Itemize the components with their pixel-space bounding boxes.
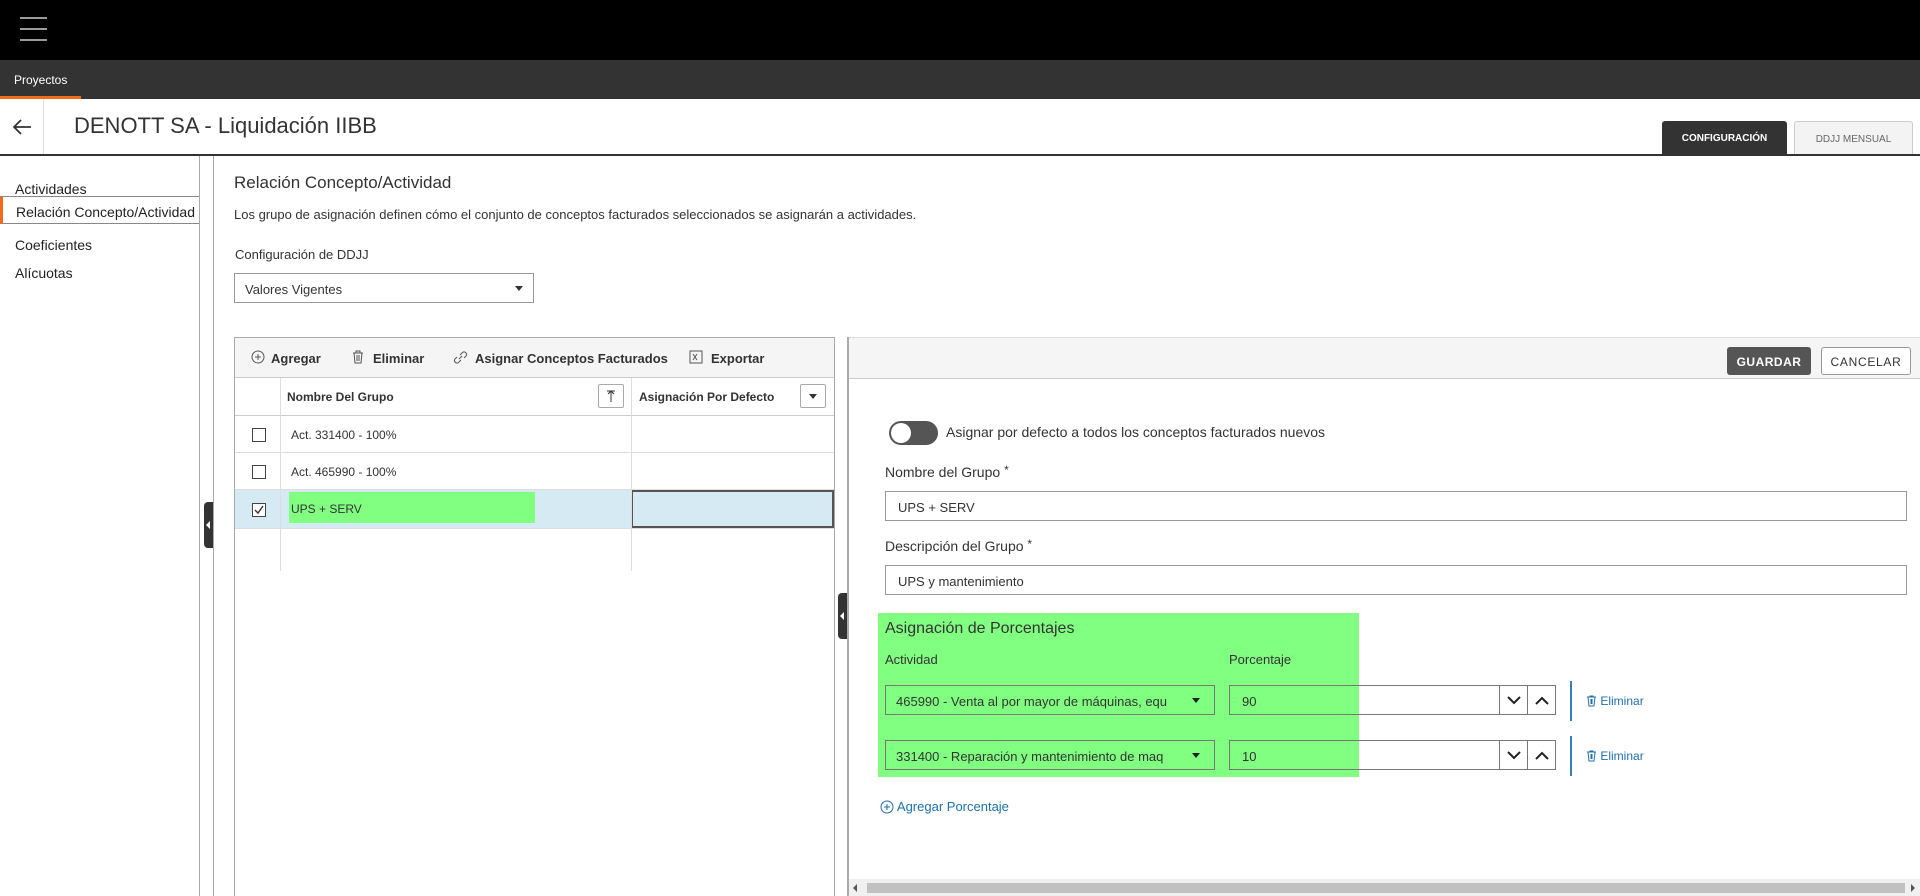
table-row[interactable]: Act. 331400 - 100% — [235, 416, 834, 453]
toggle-label: Asignar por defecto a todos los concepto… — [946, 424, 1326, 440]
sort-button[interactable] — [598, 384, 624, 408]
row-name: Act. 331400 - 100% — [291, 428, 397, 442]
default-assign-toggle[interactable] — [889, 421, 938, 445]
grid-header: Nombre Del Grupo Asignación Por Defecto — [235, 378, 834, 416]
group-grid-panel: Agregar Eliminar Asignar Conceptos Factu… — [234, 337, 835, 896]
chevron-down-icon — [1192, 698, 1200, 703]
percentages-title: Asignación de Porcentajes — [885, 620, 1075, 637]
divider — [213, 156, 214, 896]
activity-select[interactable]: 465990 - Venta al por mayor de máquinas,… — [885, 685, 1215, 715]
tab-configuracion[interactable]: CONFIGURACIÓN — [1662, 121, 1787, 154]
trash-icon — [1587, 750, 1596, 762]
plus-circle-icon — [251, 350, 265, 364]
group-name-label: Nombre del Grupo * — [885, 463, 1009, 480]
table-row-selected[interactable]: UPS + SERV — [235, 490, 834, 529]
excel-icon — [689, 350, 703, 364]
group-detail-panel: GUARDAR CANCELAR Asignar por defecto a t… — [847, 337, 1920, 896]
scroll-left-icon[interactable] — [853, 884, 857, 892]
row-checkbox[interactable] — [252, 465, 266, 479]
percent-input[interactable]: 90 — [1229, 685, 1500, 715]
row-checkbox-checked[interactable] — [252, 503, 266, 517]
back-button[interactable] — [0, 99, 44, 154]
separator — [1570, 736, 1572, 776]
page-title: DENOTT SA - Liquidación IIBB — [74, 113, 377, 138]
link-icon — [454, 351, 467, 364]
activity-select[interactable]: 331400 - Reparación y mantenimiento de m… — [885, 740, 1215, 770]
top-bar — [0, 0, 1920, 60]
sidebar-item-actividades[interactable]: Actividades — [0, 170, 199, 198]
add-percentage-link[interactable]: Agregar Porcentaje — [880, 799, 1009, 814]
sidebar: Actividades Relación Concepto/Actividad … — [0, 156, 200, 896]
row-checkbox[interactable] — [252, 428, 266, 442]
tab-ddjj-mensual[interactable]: DDJJ MENSUAL — [1794, 121, 1913, 154]
delete-link-label: Eliminar — [1600, 694, 1644, 708]
group-name-input[interactable]: UPS + SERV — [885, 491, 1907, 521]
decrement-button[interactable] — [1499, 740, 1528, 770]
arrow-left-icon — [12, 119, 31, 135]
section-title: Relación Concepto/Actividad — [234, 173, 452, 192]
scroll-right-icon[interactable] — [1911, 884, 1915, 892]
delete-label: Eliminar — [373, 351, 425, 366]
chevron-down-icon — [1507, 751, 1521, 760]
nav-bar: Proyectos — [0, 60, 1920, 99]
column-divider — [631, 378, 632, 571]
activity-value: 465990 - Venta al por mayor de máquinas,… — [896, 694, 1168, 709]
config-ddjj-label: Configuración de DDJJ — [235, 247, 369, 262]
trash-icon — [1587, 695, 1596, 707]
percent-column-label: Porcentaje — [1229, 652, 1292, 667]
sort-icon — [607, 390, 615, 402]
delete-link-label: Eliminar — [1600, 749, 1644, 763]
activity-column-label: Actividad — [885, 652, 938, 667]
editing-cell[interactable] — [631, 490, 834, 528]
grid-toolbar: Agregar Eliminar Asignar Conceptos Factu… — [235, 338, 834, 378]
column-divider — [280, 378, 281, 571]
percent-input[interactable]: 10 — [1229, 740, 1500, 770]
chevron-down-icon — [515, 286, 523, 291]
column-header-asignacion[interactable]: Asignación Por Defecto — [639, 390, 774, 404]
column-header-nombre[interactable]: Nombre Del Grupo — [287, 390, 394, 404]
row-name: UPS + SERV — [291, 502, 362, 516]
scrollbar-thumb[interactable] — [867, 883, 1905, 893]
sidebar-item-relacion[interactable]: Relación Concepto/Actividad — [0, 196, 199, 224]
add-label: Agregar — [271, 351, 321, 366]
sidebar-item-alicuotas[interactable]: Alícuotas — [0, 254, 199, 282]
config-ddjj-value: Valores Vigentes — [245, 282, 343, 297]
sidebar-item-coeficientes[interactable]: Coeficientes — [0, 226, 199, 254]
row-name: Act. 465990 - 100% — [291, 465, 397, 479]
detail-toolbar: GUARDAR CANCELAR — [849, 337, 1920, 379]
assign-label: Asignar Conceptos Facturados — [475, 351, 668, 366]
chevron-down-icon — [1192, 753, 1200, 758]
config-ddjj-select[interactable]: Valores Vigentes — [234, 273, 534, 303]
plus-circle-icon — [880, 800, 894, 814]
export-label: Exportar — [711, 351, 765, 366]
decrement-button[interactable] — [1499, 685, 1528, 715]
check-icon — [254, 505, 264, 515]
chevron-up-icon — [1535, 696, 1549, 705]
nav-tab-proyectos[interactable]: Proyectos — [0, 60, 82, 99]
hamburger-menu-icon[interactable] — [20, 17, 47, 41]
delete-assignment-link[interactable]: Eliminar — [1586, 749, 1644, 763]
group-desc-input[interactable]: UPS y mantenimiento — [885, 565, 1907, 595]
filter-dropdown-button[interactable] — [800, 384, 826, 408]
increment-button[interactable] — [1527, 740, 1556, 770]
table-row[interactable]: Act. 465990 - 100% — [235, 453, 834, 490]
section-description: Los grupo de asignación definen cómo el … — [234, 207, 917, 222]
horizontal-scrollbar[interactable] — [849, 879, 1920, 896]
chevron-down-icon — [1507, 696, 1521, 705]
trash-icon — [353, 350, 363, 364]
delete-assignment-link[interactable]: Eliminar — [1586, 694, 1644, 708]
caret-down-icon — [809, 394, 817, 399]
save-button[interactable]: GUARDAR — [1727, 347, 1811, 375]
cancel-button[interactable]: CANCELAR — [1821, 347, 1911, 375]
activity-value: 331400 - Reparación y mantenimiento de m… — [896, 749, 1164, 764]
increment-button[interactable] — [1527, 685, 1556, 715]
group-desc-label: Descripción del Grupo * — [885, 537, 1033, 554]
add-percentage-label: Agregar Porcentaje — [896, 799, 1009, 814]
chevron-up-icon — [1535, 751, 1549, 760]
separator — [1570, 681, 1572, 721]
page-header: DENOTT SA - Liquidación IIBB CONFIGURACI… — [0, 99, 1920, 156]
